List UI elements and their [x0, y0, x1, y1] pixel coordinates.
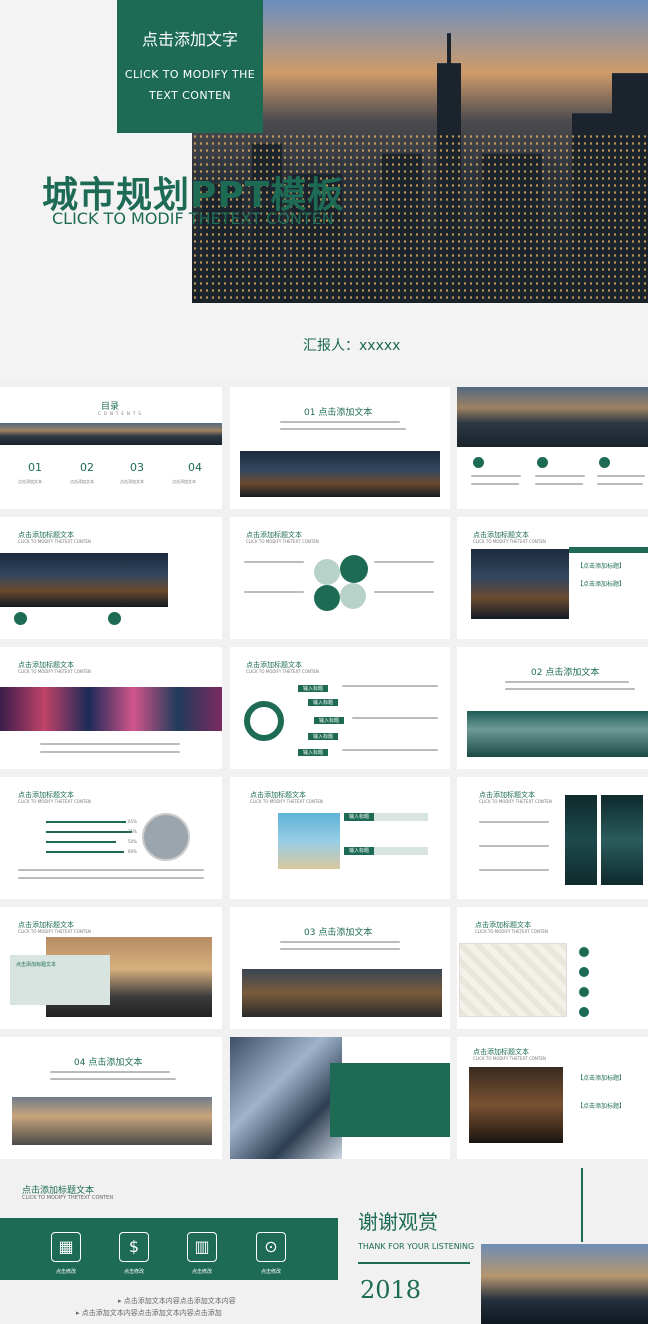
- slide-map[interactable]: 点击添加标题文本 CLICK TO MODIFY THETEXT CONTEN: [457, 907, 648, 1029]
- progress-1: 65%: [128, 819, 137, 824]
- input-title-2: 输入标题: [308, 699, 338, 706]
- section-3-photo: [242, 969, 442, 1017]
- aerial-photo: [471, 549, 569, 619]
- heading-en: CLICK TO MODIFY THETEXT CONTEN: [473, 1056, 546, 1061]
- section-2-title: 02 点击添加文本: [531, 668, 600, 678]
- slide-crowd[interactable]: 点击添加标题文本 CLICK TO MODIFY THETEXT CONTEN …: [457, 1037, 648, 1159]
- thanks-title: 谢谢观赏: [358, 1210, 438, 1234]
- heading: 点击添加标题文本: [16, 962, 57, 968]
- coin-search-icon: ⊙: [256, 1232, 286, 1262]
- input-title-1: 输入标题: [298, 685, 328, 692]
- input-title-1: 输入标题: [344, 813, 374, 821]
- toc-label-4: 点击添加文本: [172, 479, 196, 484]
- toc-label-3: 点击添加文本: [120, 479, 144, 484]
- year-label: 2018: [360, 1276, 422, 1304]
- input-title-2: 输入标题: [344, 847, 374, 855]
- icon-label-1: 点击修改: [55, 1269, 76, 1275]
- click-add-title: 【点击添加标题】: [577, 1103, 626, 1110]
- slide-section-3[interactable]: 03 点击添加文本: [230, 907, 450, 1029]
- heading-en: CLICK TO MODIFY THETEXT CONTEN: [246, 539, 319, 544]
- aerial-photo-2: [601, 795, 643, 885]
- skyline-photo: [457, 387, 648, 447]
- reporter-label: 汇报人：xxxxx: [303, 338, 401, 354]
- click-add-title: 【点击添加标题】: [577, 581, 626, 588]
- aerial-photo-1: [565, 795, 597, 885]
- toc-item-2: 02: [80, 461, 94, 474]
- heading-en: CLICK TO MODIFY THETEXT CONTEN: [18, 929, 91, 934]
- section-1-photo: [240, 451, 440, 497]
- slide-section-1[interactable]: 01 点击添加文本: [230, 387, 450, 509]
- toc-item-1: 01: [28, 461, 42, 474]
- crowd-photo: [469, 1067, 563, 1143]
- heading-en: CLICK TO MODIFY THETEXT CONTEN: [18, 669, 91, 674]
- beach-photo: [278, 813, 340, 869]
- money-bills-icon: ▦: [51, 1232, 81, 1262]
- toc-label-2: 点击添加文本: [70, 479, 94, 484]
- icon-label-3: 点击修改: [191, 1269, 212, 1275]
- slide-section-2[interactable]: 02 点击添加文本: [457, 647, 648, 769]
- money-bag-icon: $: [119, 1232, 149, 1262]
- heading-en: CLICK TO MODIFY THETEXT CONTEN: [18, 799, 91, 804]
- green-panel: [330, 1063, 450, 1137]
- heading-en: CLICK TO MODIFY THETEXT CONTEN: [473, 539, 546, 544]
- slide-progress[interactable]: 点击添加标题文本 CLICK TO MODIFY THETEXT CONTEN …: [0, 777, 222, 899]
- divider-line: [581, 1168, 583, 1242]
- bar-chart-icon: ▥: [187, 1232, 217, 1262]
- final-heading-en: CLICK TO MODIFY THETEXT CONTEN: [22, 1195, 114, 1201]
- toc-subtitle: CONTENTS: [98, 411, 144, 416]
- toc-photo: [0, 423, 222, 445]
- progress-3: 50%: [128, 839, 137, 844]
- city-river-photo: [481, 1244, 648, 1324]
- slide-flower[interactable]: 点击添加标题文本 CLICK TO MODIFY THETEXT CONTEN: [230, 517, 450, 639]
- icon-label-2: 点击修改: [123, 1269, 144, 1275]
- slide-glass-tower[interactable]: [230, 1037, 450, 1159]
- section-4-title: 04 点击添加文本: [74, 1058, 143, 1068]
- toc-item-4: 04: [188, 461, 202, 474]
- slide-neon[interactable]: 点击添加标题文本 CLICK TO MODIFY THETEXT CONTEN: [0, 647, 222, 769]
- cover-slide: 点击添加文字 CLICK TO MODIFY THE TEXT CONTEN 城…: [0, 0, 648, 380]
- box-title: 点击添加文字: [141, 30, 238, 49]
- box-subtitle-line2: TEXT CONTEN: [148, 89, 232, 102]
- heading-en: CLICK TO MODIFY THETEXT CONTEN: [246, 669, 319, 674]
- icon-label-4: 点击修改: [260, 1269, 281, 1275]
- click-add-title: 【点击添加标题】: [577, 563, 626, 570]
- toc-label-1: 点击添加文本: [18, 479, 42, 484]
- slide-aerial[interactable]: 点击添加标题文本 CLICK TO MODIFY THETEXT CONTEN …: [457, 517, 648, 639]
- bullet-2: ▸ 点击添加文本内容点击添加文本内容点击添加: [76, 1309, 222, 1317]
- section-4-photo: [12, 1097, 212, 1145]
- section-3-title: 03 点击添加文本: [304, 928, 373, 938]
- slide-toc[interactable]: 目录 CONTENTS 01 02 03 04 点击添加文本 点击添加文本 点击…: [0, 387, 222, 509]
- heading-en: CLICK TO MODIFY THETEXT CONTEN: [250, 799, 323, 804]
- bullet-1: ▸ 点击添加文本内容点击添加文本内容: [118, 1297, 236, 1305]
- slide-branch[interactable]: 点击添加标题文本 CLICK TO MODIFY THETEXT CONTEN …: [230, 647, 450, 769]
- slide-icons-list[interactable]: [457, 387, 648, 509]
- glass-tower-photo: [230, 1037, 342, 1159]
- input-title-4: 输入标题: [308, 733, 338, 740]
- click-add-title: 【点击添加标题】: [577, 1075, 626, 1082]
- section-1-title: 01 点击添加文本: [304, 408, 373, 418]
- neon-street-photo: [0, 687, 222, 731]
- input-title-3: 输入标题: [314, 717, 344, 724]
- progress-4: 60%: [128, 849, 137, 854]
- heading-en: CLICK TO MODIFY THETEXT CONTEN: [479, 799, 552, 804]
- slide-street[interactable]: 点击添加标题文本 CLICK TO MODIFY THETEXT CONTEN: [0, 517, 222, 639]
- divider-line: [358, 1262, 470, 1264]
- main-subtitle: CLICK TO MODIF THETEXT CONTEN: [52, 209, 334, 228]
- title-box: 点击添加文字 CLICK TO MODIFY THE TEXT CONTEN: [117, 0, 263, 133]
- heading-en: CLICK TO MODIFY THETEXT CONTEN: [18, 539, 91, 544]
- slide-section-4[interactable]: 04 点击添加文本: [0, 1037, 222, 1159]
- slide-beach[interactable]: 点击添加标题文本 CLICK TO MODIFY THETEXT CONTEN …: [230, 777, 450, 899]
- slide-sunset[interactable]: 点击添加标题文本 CLICK TO MODIFY THETEXT CONTEN …: [0, 907, 222, 1029]
- heading-en: CLICK TO MODIFY THETEXT CONTEN: [475, 929, 548, 934]
- city-map: [459, 943, 567, 1017]
- street-photo: [0, 553, 168, 607]
- box-subtitle-line1: CLICK TO MODIFY THE: [124, 68, 256, 81]
- progress-2: 75%: [128, 829, 137, 834]
- input-title-5: 输入标题: [298, 749, 328, 756]
- section-2-photo: [467, 711, 648, 757]
- thanks-subtitle: THANK FOR YOUR LISTENING: [358, 1242, 475, 1251]
- slide-night-aerial[interactable]: 点击添加标题文本 CLICK TO MODIFY THETEXT CONTEN: [457, 777, 648, 899]
- toc-item-3: 03: [130, 461, 144, 474]
